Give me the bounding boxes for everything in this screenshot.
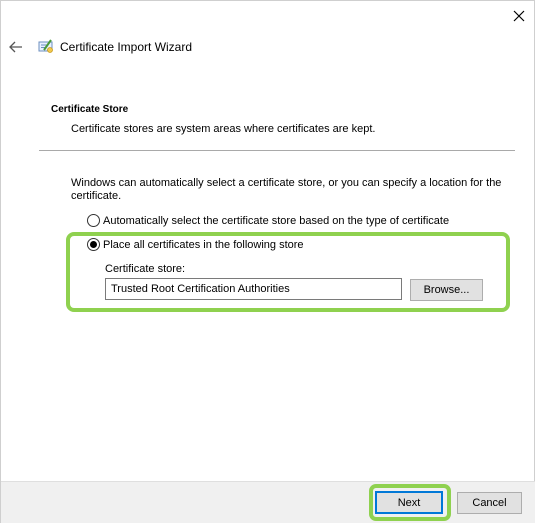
radio-place-store[interactable]: Place all certificates in the following …: [87, 238, 304, 251]
page-title: Certificate Store: [51, 104, 129, 115]
radio-place-label: Place all certificates in the following …: [103, 238, 304, 251]
browse-button[interactable]: Browse...: [410, 279, 483, 301]
certificate-store-label: Certificate store:: [105, 263, 186, 275]
radio-button-auto[interactable]: [87, 214, 100, 227]
back-arrow-icon: [9, 41, 22, 53]
header-divider: [39, 150, 515, 151]
close-button[interactable]: [505, 3, 533, 29]
radio-auto-select[interactable]: Automatically select the certificate sto…: [87, 214, 449, 227]
radio-button-place[interactable]: [87, 238, 100, 251]
certificate-icon: [38, 39, 53, 53]
wizard-window: Certificate Import Wizard Certificate St…: [0, 0, 535, 523]
close-icon: [513, 10, 525, 22]
cancel-button[interactable]: Cancel: [457, 492, 522, 514]
certificate-store-field[interactable]: Trusted Root Certification Authorities: [105, 278, 402, 300]
radio-auto-label: Automatically select the certificate sto…: [103, 214, 450, 227]
wizard-footer: [1, 481, 535, 523]
intro-text: Windows can automatically select a certi…: [71, 177, 502, 202]
window-title: Certificate Import Wizard: [60, 40, 193, 54]
page-description: Certificate stores are system areas wher…: [71, 123, 376, 135]
back-button[interactable]: [6, 37, 26, 57]
next-button[interactable]: Next: [375, 491, 443, 514]
